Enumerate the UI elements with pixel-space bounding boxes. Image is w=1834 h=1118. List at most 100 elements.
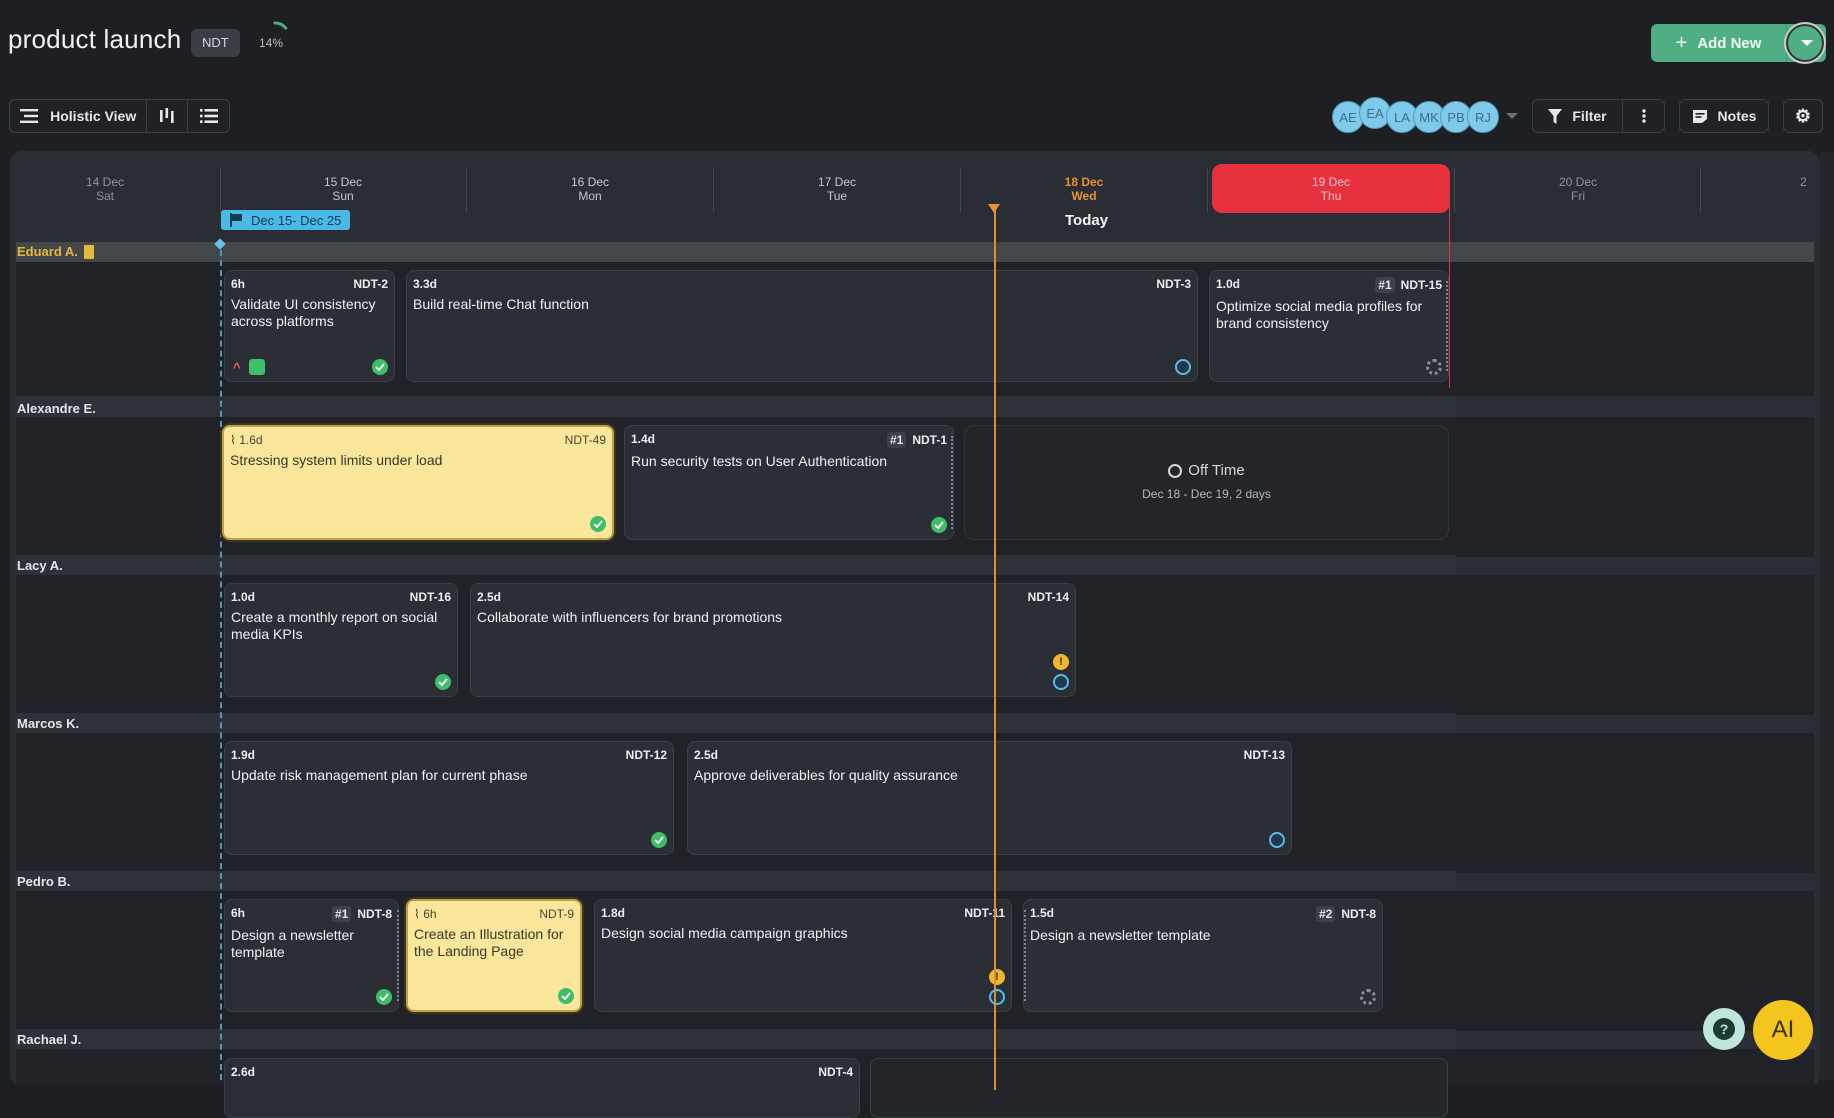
day-separator [1207,168,1208,213]
off-time-block [870,1058,1448,1118]
trend-icon [248,359,265,375]
day-separator [1700,168,1701,213]
day-header: 20 Dec Fri [1558,175,1598,203]
sprint-chip[interactable]: Dec 15- Dec 25 [221,210,351,230]
ai-label: AI [1771,1016,1795,1043]
deadline-line [1449,182,1450,388]
task-card[interactable]: 1.5d #2 NDT-8 Design a newsletter template [1023,899,1383,1012]
bookmark-icon [83,244,94,259]
activity-icon: ⌇ [414,907,420,921]
today-line [994,210,996,1090]
day-separator [466,168,467,213]
ai-assistant-button[interactable]: AI [1753,1000,1813,1060]
pending-status-icon [1426,359,1442,375]
day-separator [960,168,961,213]
pending-status-icon [1360,989,1376,1005]
done-check-icon [372,359,388,375]
row-name[interactable]: Eduard A. [17,244,94,259]
warning-icon: ! [1053,654,1069,670]
done-check-icon [376,989,392,1005]
progress-arc [273,21,288,30]
row-header [16,397,1456,417]
row-name[interactable]: Marcos K. [17,716,79,731]
avatar[interactable]: RJ [1467,101,1499,133]
day-separator [713,168,714,213]
progress-label: 14% [259,36,284,50]
filter-label: Filter [1572,108,1607,124]
row-name[interactable]: Rachael J. [17,1032,81,1047]
filter-icon [1548,108,1563,124]
priority-up-icon: ^ [233,359,241,375]
row-name[interactable]: Pedro B. [17,874,70,889]
in-progress-clock-icon [1269,832,1285,848]
dependency-edge [951,436,953,529]
list-view-button[interactable] [188,100,229,132]
done-check-icon [558,988,574,1004]
filter-button[interactable]: Filter [1533,100,1623,132]
task-card[interactable]: 3.3d NDT-3 Build real-time Chat function [406,270,1198,382]
dependency-edge [1446,281,1448,371]
gear-icon: ⚙ [1794,105,1812,126]
off-time-block[interactable]: Off Time Dec 18 - Dec 19, 2 days [964,425,1449,540]
day-header: 14 Dec Sat [85,175,125,203]
task-card[interactable]: 1.0d #1 NDT-15 Optimize social media profi… [1209,270,1449,382]
add-new-button[interactable]: + Add New [1651,32,1786,55]
task-card[interactable]: 2.5d NDT-13 Approve deliverables for qual… [687,741,1292,855]
today-marker [988,204,1000,213]
view-switcher: Holistic View [9,99,230,133]
task-card-highlighted[interactable]: ⌇ 1.6d NDT-49 Stressing system limits und… [222,425,614,540]
notes-label: Notes [1717,108,1757,124]
task-card[interactable]: 2.6d NDT-4 [224,1058,860,1118]
timeline-bars-icon [160,108,174,123]
task-card[interactable]: 6h #1 NDT-8 Design a newsletter template [224,899,399,1012]
project-title: product launch [8,24,182,54]
holistic-view-button[interactable]: Holistic View [10,100,148,132]
activity-icon: ⌇ [230,433,236,447]
off-time-range: Dec 18 - Dec 19, 2 days [1142,487,1271,501]
notes-icon [1692,109,1707,123]
task-card[interactable]: 6h NDT-2 Validate UI consistency across p… [224,270,395,382]
sprint-start-line [220,240,222,1080]
task-card[interactable]: 1.4d #1 NDT-1 Run security tests on User A… [624,425,954,540]
help-button[interactable]: ? [1703,1008,1745,1050]
row-name[interactable]: Lacy A. [17,558,63,573]
day-separator [1454,168,1455,213]
task-card[interactable]: 1.0d NDT-16 Create a monthly report on so… [224,583,458,697]
day-separator [220,168,221,213]
notes-button[interactable]: Notes [1679,99,1769,133]
task-card-highlighted[interactable]: ⌇ 6h NDT-9 Create an Illustration for the… [406,899,582,1012]
list-view-icon [199,109,218,123]
today-label: Today [1065,212,1109,229]
project-key-badge: NDT [191,29,240,57]
more-vertical-icon [1641,109,1646,123]
more-options-button[interactable] [1623,100,1664,132]
day-header: 2 [1800,175,1807,189]
task-card[interactable]: 2.5d NDT-14 Collaborate with influencers … [470,583,1076,697]
add-new-label: Add New [1697,34,1762,52]
dependency-edge [1024,910,1026,1001]
day-header: 17 Dec Tue [817,175,857,203]
done-check-icon [435,674,451,690]
timeline-bars-button[interactable] [147,100,189,132]
team-avatars: AE EA LA MK PB RJ [1332,97,1499,135]
day-header: 15 Dec Sun [323,175,363,203]
day-header: 16 Dec Mon [570,175,610,203]
clock-icon [1168,463,1183,478]
avatars-chevron-down-icon[interactable] [1506,113,1518,119]
row-name[interactable]: Alexandre E. [17,401,96,416]
done-check-icon [590,516,606,532]
done-check-icon [931,517,947,533]
holistic-view-label: Holistic View [50,108,137,124]
task-card[interactable]: 1.8d NDT-11 Design social media campaign … [594,899,1012,1012]
filter-button-group: Filter [1532,99,1665,133]
cursor-highlight [1784,22,1826,64]
vertical-scrollbar[interactable] [1820,152,1834,1080]
dependency-edge [397,910,399,1001]
day-header-deadline: 19 Dec Thu [1311,175,1351,203]
task-card[interactable]: 1.9d NDT-12 Update risk management plan f… [224,741,674,855]
settings-button[interactable]: ⚙ [1783,99,1823,133]
row-header [16,242,1814,262]
day-header-today: 18 Dec Wed [1064,175,1104,203]
in-progress-clock-icon [1175,359,1191,375]
flag-icon [230,213,242,227]
